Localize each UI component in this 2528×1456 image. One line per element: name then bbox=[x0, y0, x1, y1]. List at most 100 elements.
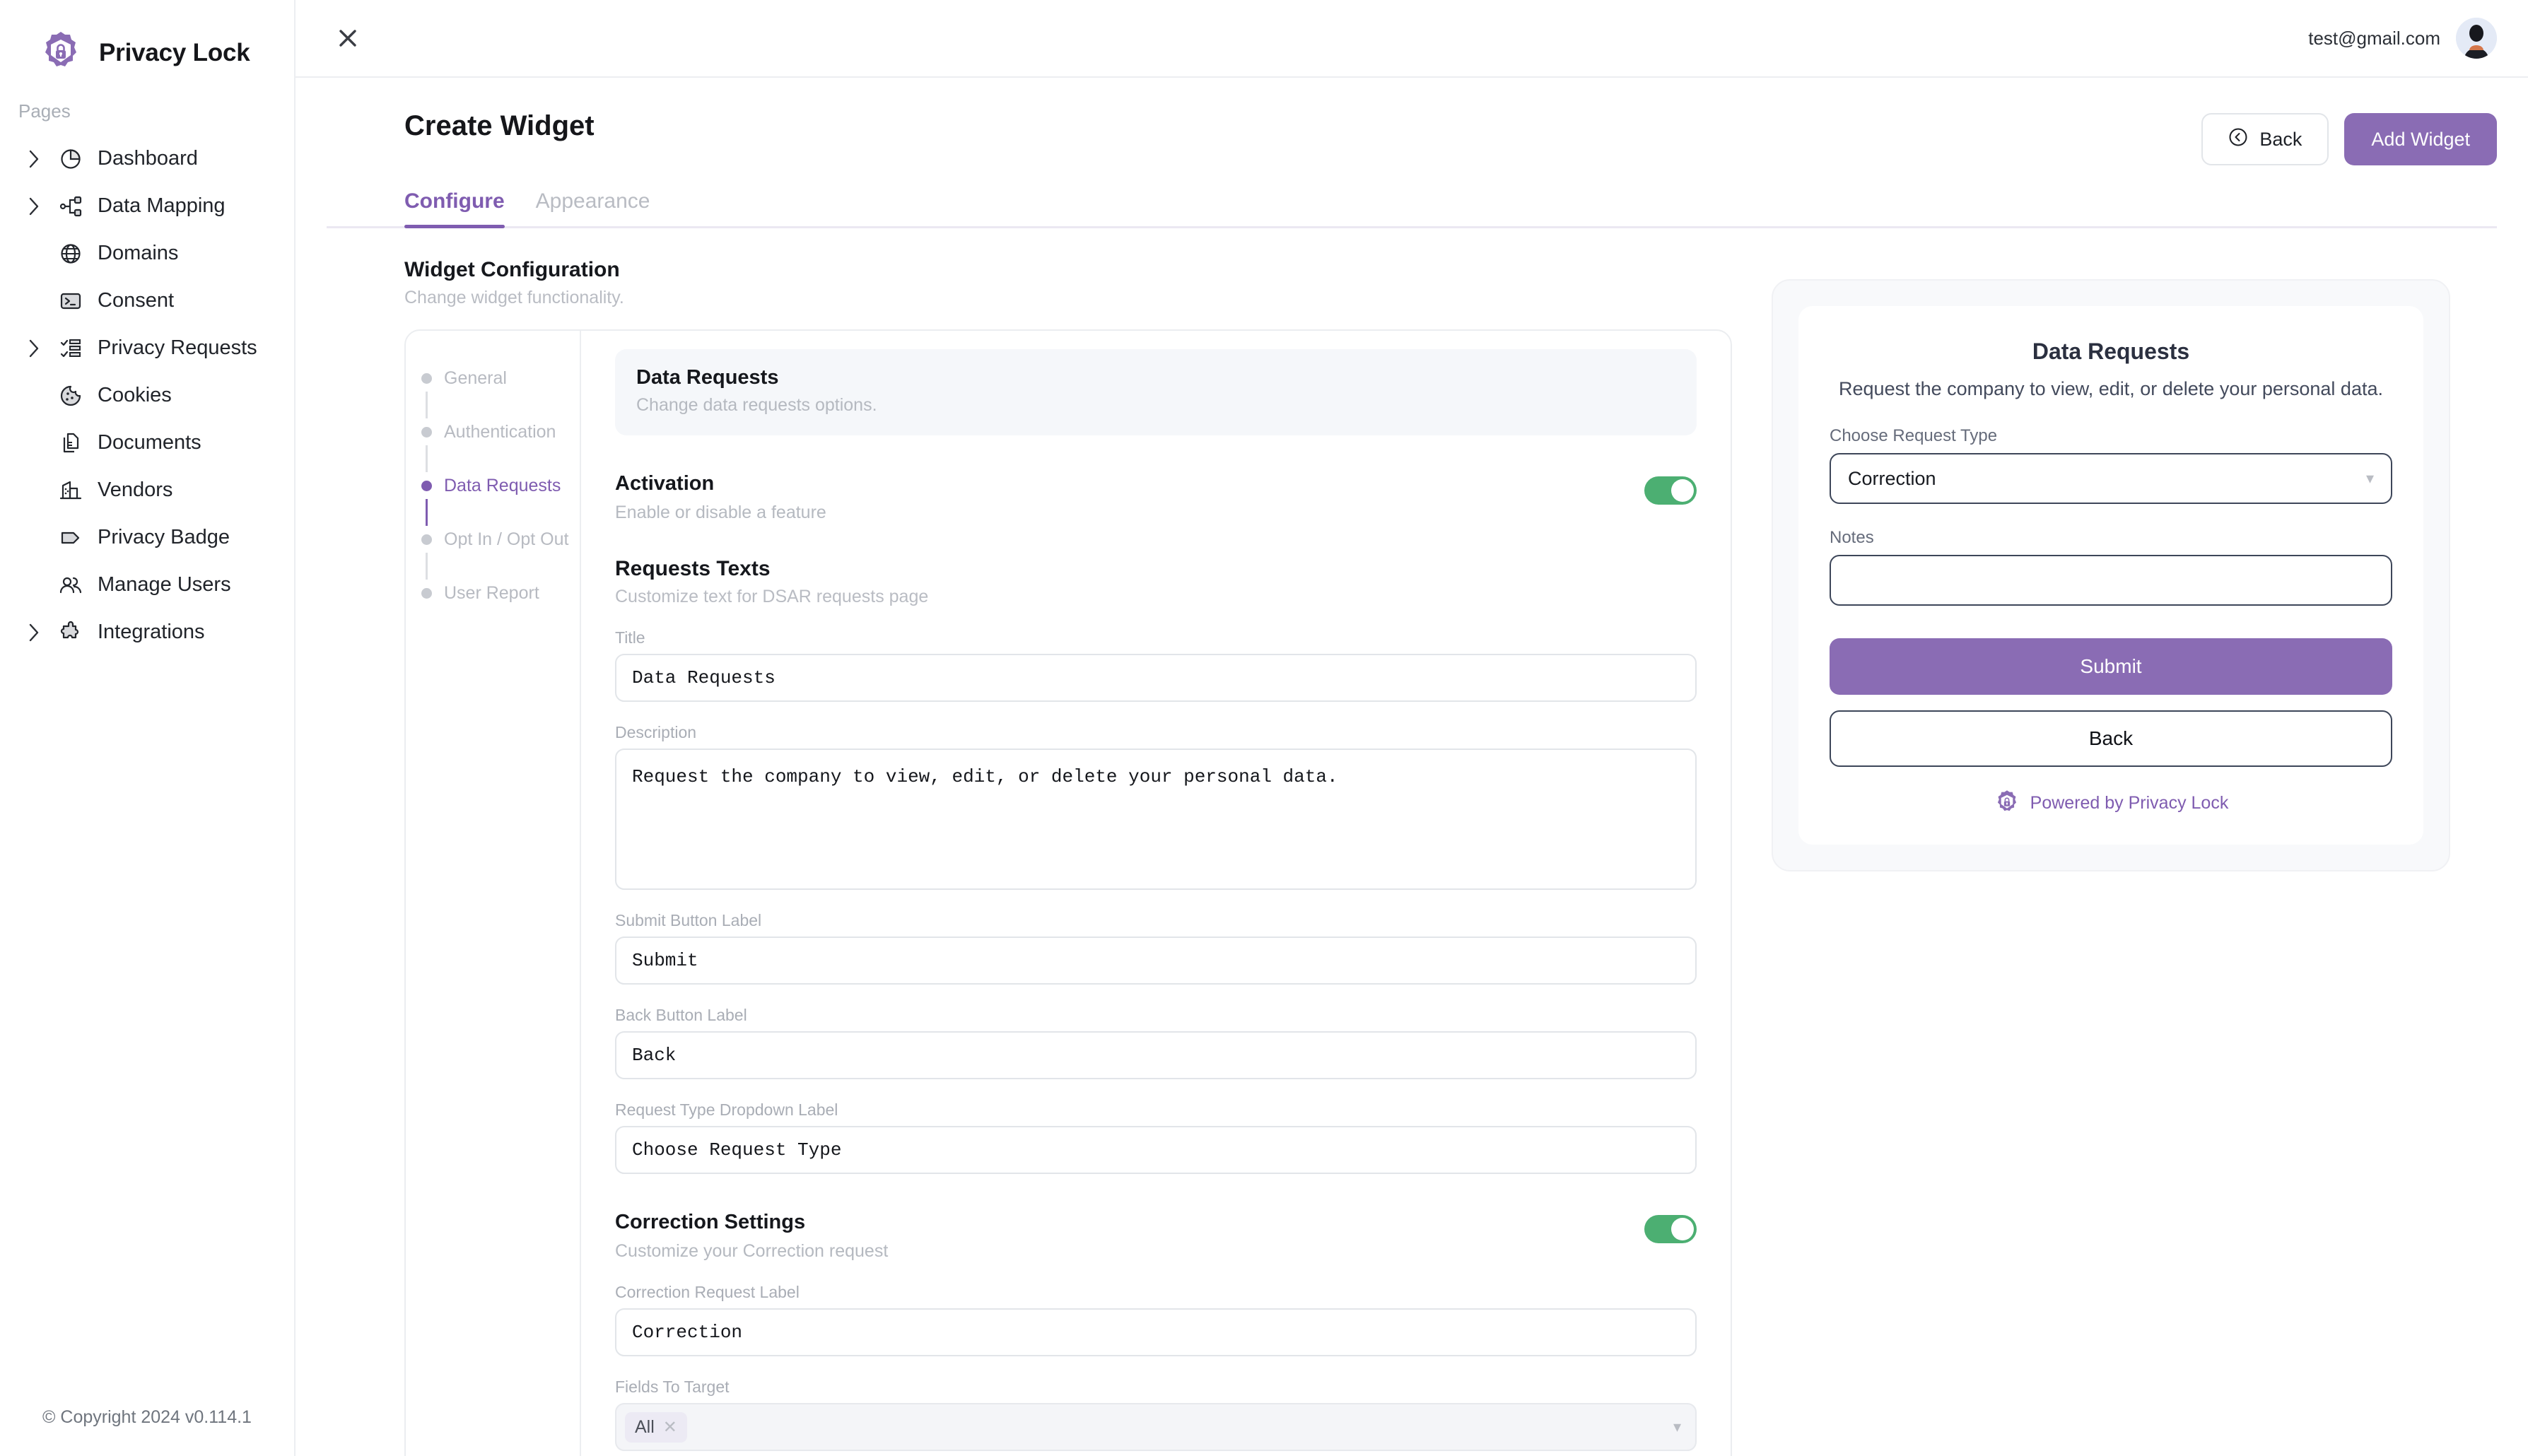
sidebar-item-cookies[interactable]: Cookies bbox=[11, 372, 283, 419]
submit-label-input[interactable]: Submit bbox=[615, 937, 1697, 985]
step-label: Authentication bbox=[444, 421, 556, 442]
back-label-field-group: Back Button Label Back bbox=[615, 1006, 1697, 1079]
correction-request-label-label: Correction Request Label bbox=[615, 1283, 800, 1301]
brand[interactable]: Privacy Lock bbox=[0, 0, 294, 79]
requests-texts-title: Requests Texts bbox=[615, 557, 771, 580]
step-opt-in-opt-out[interactable]: Opt In / Opt Out bbox=[421, 526, 580, 553]
preview-back-button[interactable]: Back bbox=[1830, 710, 2392, 768]
preview-notes-input[interactable] bbox=[1830, 555, 2392, 606]
preview-notes-group: Notes bbox=[1830, 528, 2392, 606]
content-row: Widget Configuration Change widget funct… bbox=[327, 228, 2497, 1456]
sidebar-item-privacy-requests[interactable]: Privacy Requests bbox=[11, 324, 283, 372]
configuration-subtitle: Change widget functionality. bbox=[404, 288, 624, 307]
back-button-label: Back bbox=[2259, 128, 2302, 150]
back-label-input[interactable]: Back bbox=[615, 1031, 1697, 1079]
activation-texts: Activation Enable or disable a feature bbox=[615, 472, 826, 523]
step-general[interactable]: General bbox=[421, 365, 580, 392]
correction-settings-toggle[interactable] bbox=[1644, 1215, 1697, 1243]
fields-to-target-chip[interactable]: All ✕ bbox=[625, 1411, 687, 1443]
configuration-panel: Data Requests Change data requests optio… bbox=[581, 331, 1731, 1456]
correction-request-label-input[interactable]: Correction bbox=[615, 1308, 1697, 1356]
sidebar-item-vendors[interactable]: Vendors bbox=[11, 466, 283, 514]
add-widget-button[interactable]: Add Widget bbox=[2344, 113, 2497, 165]
preview-submit-button[interactable]: Submit bbox=[1830, 638, 2392, 695]
title-input[interactable]: Data Requests bbox=[615, 654, 1697, 702]
sidebar-item-label: Privacy Badge bbox=[98, 526, 230, 548]
topbar: test@gmail.com bbox=[295, 0, 2528, 78]
tab-configure[interactable]: Configure bbox=[404, 189, 505, 228]
description-field-group: Description Request the company to view,… bbox=[615, 723, 1697, 890]
powered-by-privacy-lock-link[interactable]: Powered by Privacy Lock bbox=[1830, 789, 2392, 816]
description-textarea[interactable]: Request the company to view, edit, or de… bbox=[615, 748, 1697, 890]
correction-request-label-group: Correction Request Label Correction bbox=[615, 1283, 1697, 1356]
correction-settings-texts: Correction Settings Customize your Corre… bbox=[615, 1211, 888, 1262]
tab-bar: Configure Appearance bbox=[327, 189, 2497, 228]
topbar-user[interactable]: test@gmail.com bbox=[2308, 18, 2497, 59]
building-icon bbox=[57, 479, 85, 503]
activation-title: Activation bbox=[615, 472, 715, 495]
submit-label-field-group: Submit Button Label Submit bbox=[615, 911, 1697, 985]
chip-label: All bbox=[635, 1416, 655, 1437]
close-icon[interactable] bbox=[327, 17, 369, 59]
toggle-knob bbox=[1671, 479, 1694, 502]
preview-request-type-select[interactable]: Correction ▾ bbox=[1830, 453, 2392, 505]
description-field-label: Description bbox=[615, 723, 697, 741]
back-button[interactable]: Back bbox=[2201, 113, 2329, 165]
sidebar-item-integrations[interactable]: Integrations bbox=[11, 609, 283, 656]
avatar[interactable] bbox=[2456, 18, 2497, 59]
cookie-icon bbox=[57, 384, 85, 408]
step-dot-icon bbox=[421, 587, 432, 599]
fields-to-target-label: Fields To Target bbox=[615, 1378, 730, 1396]
chevron-right-icon bbox=[25, 149, 44, 169]
fields-to-target-group: Fields To Target All ✕ ▾ bbox=[615, 1378, 1697, 1451]
correction-settings-row: Correction Settings Customize your Corre… bbox=[615, 1211, 1697, 1262]
page-actions: Back Add Widget bbox=[2201, 110, 2497, 165]
sidebar-nav: Dashboard Data Mapping Domains Consent P… bbox=[0, 135, 294, 656]
checklist-icon bbox=[57, 336, 85, 360]
sidebar-item-dashboard[interactable]: Dashboard bbox=[11, 135, 283, 182]
preview-request-type-value: Correction bbox=[1848, 467, 1936, 489]
widget-preview-shell: Data Requests Request the company to vie… bbox=[1772, 279, 2450, 872]
sidebar-item-label: Manage Users bbox=[98, 573, 231, 596]
back-circle-icon bbox=[2228, 127, 2248, 152]
step-dot-icon bbox=[421, 372, 432, 384]
step-user-report[interactable]: User Report bbox=[421, 580, 580, 606]
configuration-card: General Authentication Data Requests Opt… bbox=[404, 329, 1732, 1456]
configuration-title: Widget Configuration bbox=[404, 258, 620, 281]
activation-subtitle: Enable or disable a feature bbox=[615, 503, 826, 522]
privacy-lock-badge-icon bbox=[1994, 789, 2020, 816]
chevron-right-icon bbox=[25, 623, 44, 642]
chevron-down-icon: ▾ bbox=[2365, 469, 2374, 488]
preview-title: Data Requests bbox=[2032, 339, 2190, 364]
sidebar-item-data-mapping[interactable]: Data Mapping bbox=[11, 182, 283, 230]
sidebar-item-label: Integrations bbox=[98, 621, 205, 643]
sidebar-item-privacy-badge[interactable]: Privacy Badge bbox=[11, 514, 283, 561]
step-data-requests[interactable]: Data Requests bbox=[421, 472, 580, 499]
sidebar-item-domains[interactable]: Domains bbox=[11, 230, 283, 277]
title-field-group: Title Data Requests bbox=[615, 628, 1697, 702]
page-header: Create Widget Back Add Widget bbox=[327, 78, 2497, 165]
correction-settings-subtitle: Customize your Correction request bbox=[615, 1241, 889, 1261]
tab-appearance[interactable]: Appearance bbox=[536, 189, 650, 226]
chip-remove-icon[interactable]: ✕ bbox=[663, 1417, 677, 1438]
main-area: test@gmail.com Create Widget Back Add Wi… bbox=[295, 0, 2528, 1456]
powered-by-label: Powered by Privacy Lock bbox=[2030, 792, 2229, 813]
request-type-label-input[interactable]: Choose Request Type bbox=[615, 1126, 1697, 1174]
correction-settings-title: Correction Settings bbox=[615, 1211, 806, 1233]
sidebar-item-consent[interactable]: Consent bbox=[11, 277, 283, 324]
step-authentication[interactable]: Authentication bbox=[421, 418, 580, 445]
activation-toggle[interactable] bbox=[1644, 476, 1697, 505]
sidebar-item-label: Privacy Requests bbox=[98, 336, 257, 359]
sidebar: Privacy Lock Pages Dashboard Data Mappin… bbox=[0, 0, 295, 1456]
step-dot-icon bbox=[421, 534, 432, 545]
step-connector bbox=[426, 553, 428, 580]
request-type-label-field-group: Request Type Dropdown Label Choose Reque… bbox=[615, 1100, 1697, 1174]
widget-configuration-heading: Widget Configuration Change widget funct… bbox=[404, 258, 1732, 308]
chevron-right-icon bbox=[25, 339, 44, 358]
step-connector bbox=[426, 499, 428, 526]
fields-to-target-select[interactable]: All ✕ ▾ bbox=[615, 1403, 1697, 1451]
sidebar-item-documents[interactable]: Documents bbox=[11, 419, 283, 466]
sidebar-item-manage-users[interactable]: Manage Users bbox=[11, 561, 283, 609]
user-email: test@gmail.com bbox=[2308, 27, 2440, 49]
step-label: General bbox=[444, 368, 507, 388]
